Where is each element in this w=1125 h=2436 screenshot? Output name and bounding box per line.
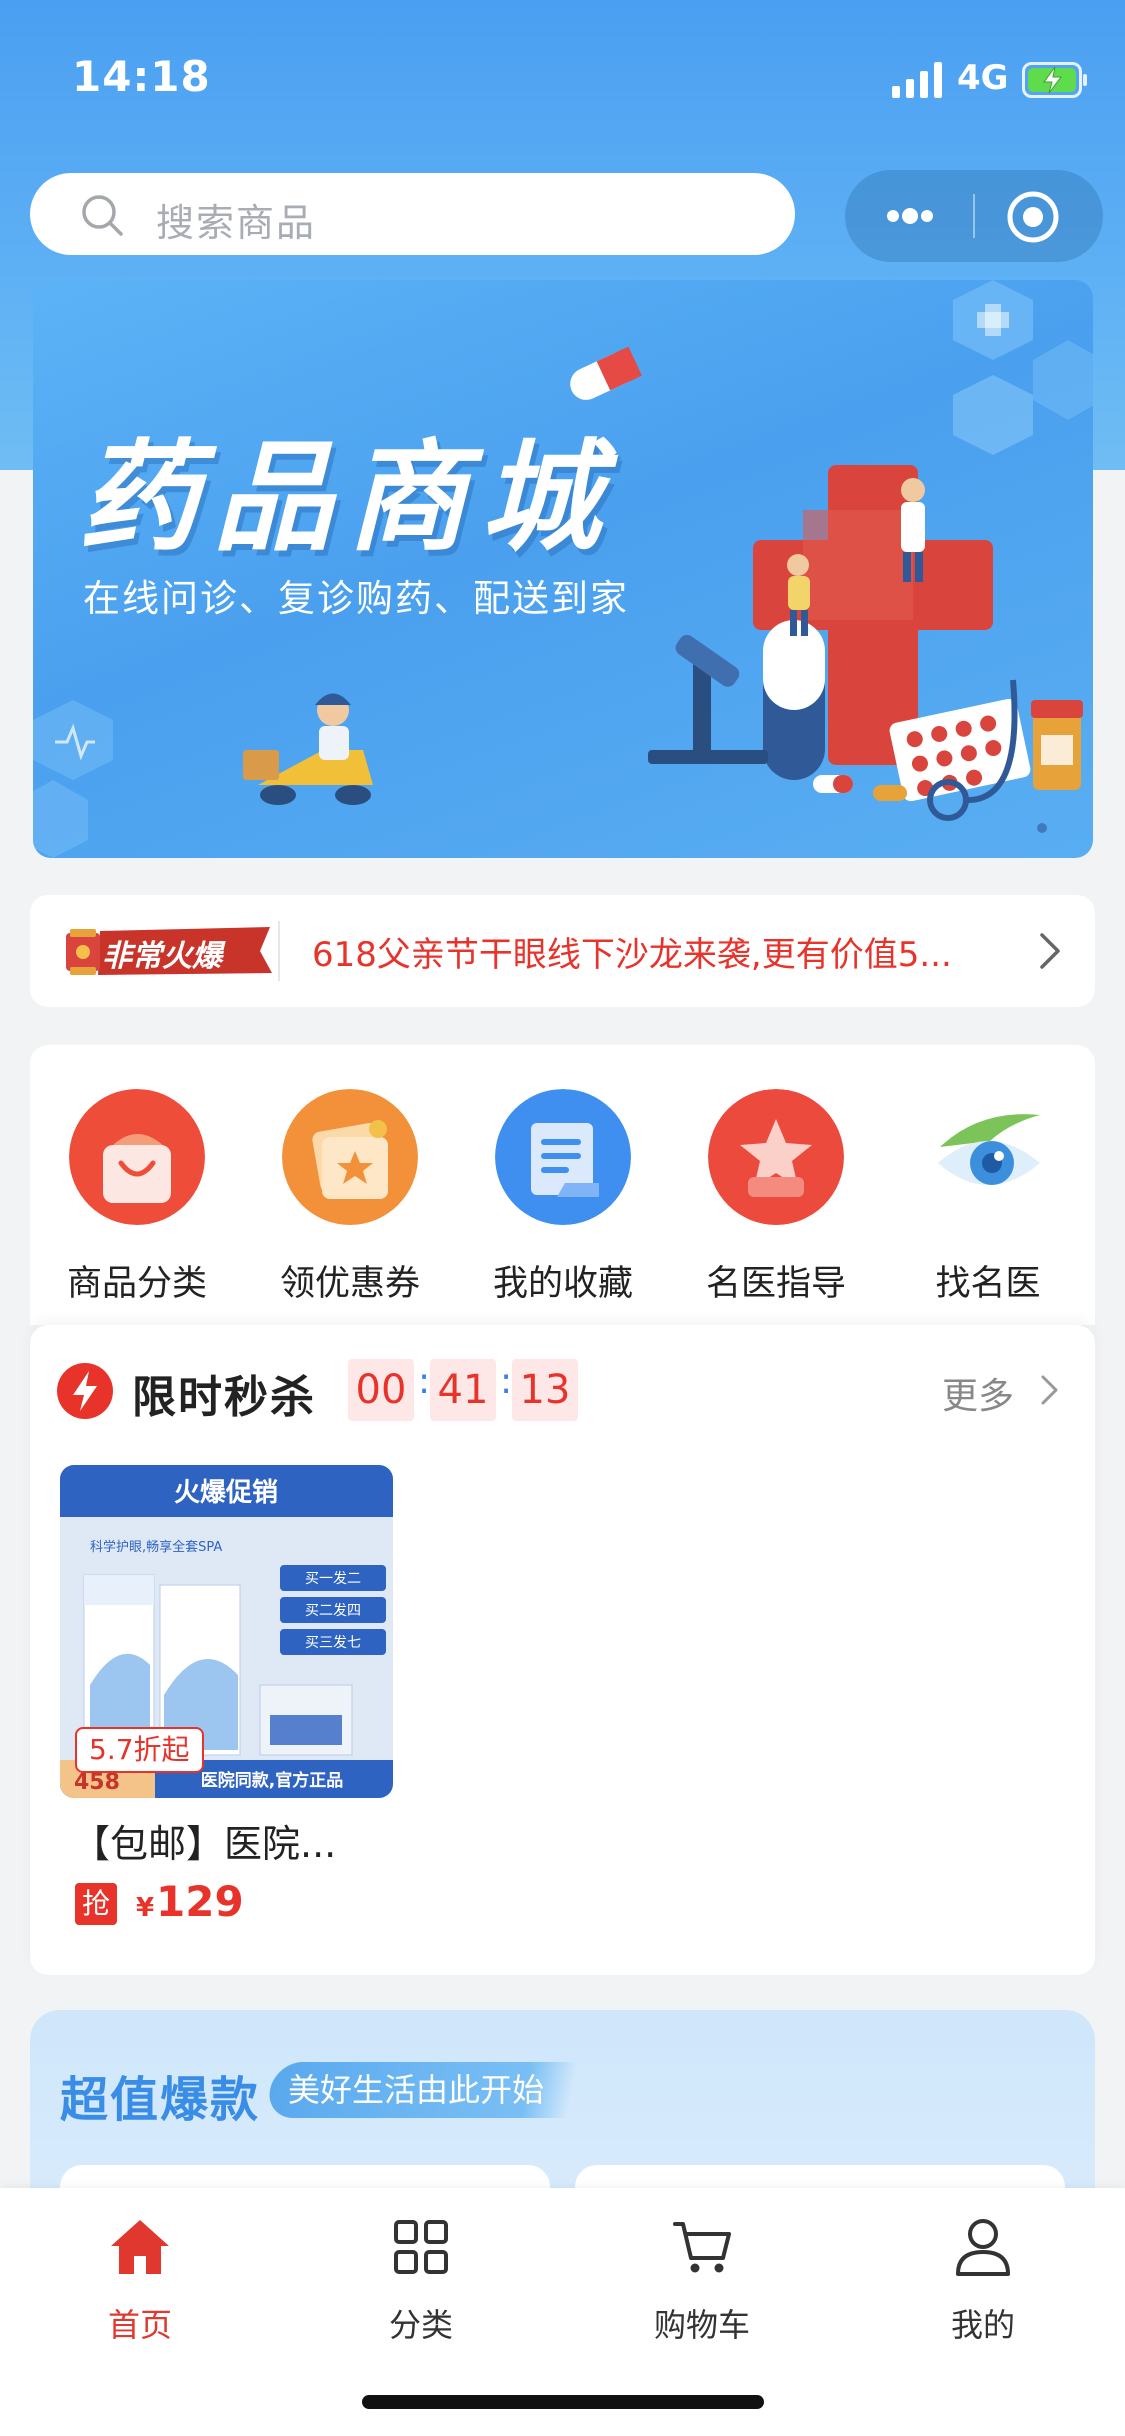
notice-badge-label: 非常火爆	[102, 939, 222, 974]
grab-badge: 抢	[75, 1883, 117, 1925]
tab-category[interactable]: 分类	[321, 2214, 521, 2354]
more-dots-icon[interactable]	[875, 190, 945, 242]
shopping-bag-icon	[69, 1089, 205, 1225]
mini-program-capsule	[845, 170, 1103, 262]
flash-sale-title: 限时秒杀	[132, 1372, 316, 1423]
eye-icon	[938, 1114, 1040, 1185]
lightning-icon	[57, 1363, 113, 1419]
menu-item-find-doctor[interactable]: 找名医	[903, 1089, 1073, 1319]
promo-banner[interactable]: 药品商城 在线问诊、复诊购药、配送到家	[33, 280, 1093, 858]
battery-charging-icon	[1022, 62, 1087, 98]
menu-label-coupon: 领优惠券	[279, 1264, 420, 1304]
tab-label-home: 首页	[107, 2306, 172, 2344]
capsule-divider	[973, 194, 975, 238]
product-image-headline: 火爆促销	[174, 1478, 278, 1508]
notice-bar[interactable]: 非常火爆 618父亲节干眼线下沙龙来袭,更有价值5...	[30, 895, 1095, 1007]
search-placeholder: 搜索商品	[156, 201, 317, 245]
coupon-icon	[282, 1089, 418, 1225]
document-icon	[495, 1089, 631, 1225]
menu-label-category: 商品分类	[66, 1264, 207, 1304]
super-value-title: 超值爆款	[60, 2072, 261, 2128]
search-icon	[82, 195, 123, 236]
timer-minutes: 41	[430, 1359, 496, 1421]
chevron-right-icon[interactable]	[1034, 1373, 1064, 1407]
menu-label-favorites: 我的收藏	[492, 1264, 633, 1304]
signal-icon	[892, 62, 942, 98]
timer-hours: 00	[348, 1359, 414, 1421]
tab-label-cart: 购物车	[653, 2306, 750, 2344]
status-bar: 14:18 4G	[0, 0, 1125, 160]
price-currency: ¥	[136, 1893, 155, 1923]
super-value-tag-label: 美好生活由此开始	[288, 2071, 545, 2109]
search-input[interactable]: 搜索商品	[30, 173, 795, 255]
tab-profile[interactable]: 我的	[883, 2214, 1083, 2354]
quick-menu: 商品分类 领优惠券 我的收藏 名医指导 找名医	[30, 1045, 1095, 1325]
tab-label-category: 分类	[388, 2306, 453, 2344]
chevron-right-icon[interactable]	[1030, 931, 1070, 971]
status-time: 14:18	[72, 52, 211, 101]
flash-sale-section: 限时秒杀 00 : 41 : 13 更多 火爆促销 科学护眼,畅享全套SPA 买…	[30, 1325, 1095, 1975]
menu-label-find-doctor: 找名医	[935, 1264, 1041, 1304]
tab-cart[interactable]: 购物车	[602, 2214, 802, 2354]
product-image-line: 科学护眼,畅享全套SPA	[90, 1539, 222, 1555]
timer-seconds: 13	[512, 1359, 578, 1421]
cart-icon	[673, 2222, 731, 2273]
notice-text[interactable]: 618父亲节干眼线下沙龙来袭,更有价值5...	[312, 927, 1012, 976]
product-name[interactable]: 【包邮】医院...	[72, 1813, 372, 1868]
timer-separator: :	[500, 1361, 513, 1402]
grid-icon	[394, 2220, 448, 2274]
super-value-tag: 美好生活由此开始	[265, 2062, 577, 2118]
product-image-offer: 买二发四	[305, 1603, 361, 1619]
timer-separator: :	[418, 1361, 431, 1402]
product-image-footer: 医院同款,官方正品	[201, 1770, 343, 1791]
flash-sale-more-link[interactable]: 更多	[942, 1367, 1014, 1419]
tab-label-profile: 我的	[950, 2306, 1015, 2344]
tab-home[interactable]: 首页	[40, 2214, 240, 2354]
menu-item-favorites[interactable]: 我的收藏	[478, 1089, 648, 1319]
app-page: 14:18 4G 搜索商品 药品商城 在线问诊、复诊购药、配送到家 非常火爆 6…	[0, 0, 1125, 2436]
menu-item-coupon[interactable]: 领优惠券	[265, 1089, 435, 1319]
product-image-offer: 买一发二	[305, 1571, 361, 1587]
doctor-star-icon	[708, 1089, 844, 1225]
banner-title: 药品商城	[79, 429, 615, 568]
product-image-offer: 买三发七	[305, 1635, 361, 1651]
menu-label-doctor-guide: 名医指导	[705, 1264, 846, 1304]
discount-badge: 5.7折起	[75, 1727, 204, 1773]
notice-divider	[278, 921, 280, 981]
banner-subtitle: 在线问诊、复诊购药、配送到家	[83, 577, 629, 620]
user-icon	[956, 2219, 1010, 2276]
menu-item-category[interactable]: 商品分类	[52, 1089, 222, 1319]
product-image[interactable]: 火爆促销 科学护眼,畅享全套SPA 买一发二 买二发四 买三发七 458 医院同…	[60, 1465, 393, 1798]
menu-item-doctor-guide[interactable]: 名医指导	[691, 1089, 861, 1319]
home-indicator[interactable]	[362, 2395, 764, 2409]
network-label: 4G	[957, 58, 1009, 98]
home-icon	[111, 2220, 169, 2274]
product-price: 129	[156, 1877, 244, 1926]
product-image-corner: 458	[74, 1770, 120, 1795]
close-target-icon[interactable]	[1005, 189, 1061, 245]
